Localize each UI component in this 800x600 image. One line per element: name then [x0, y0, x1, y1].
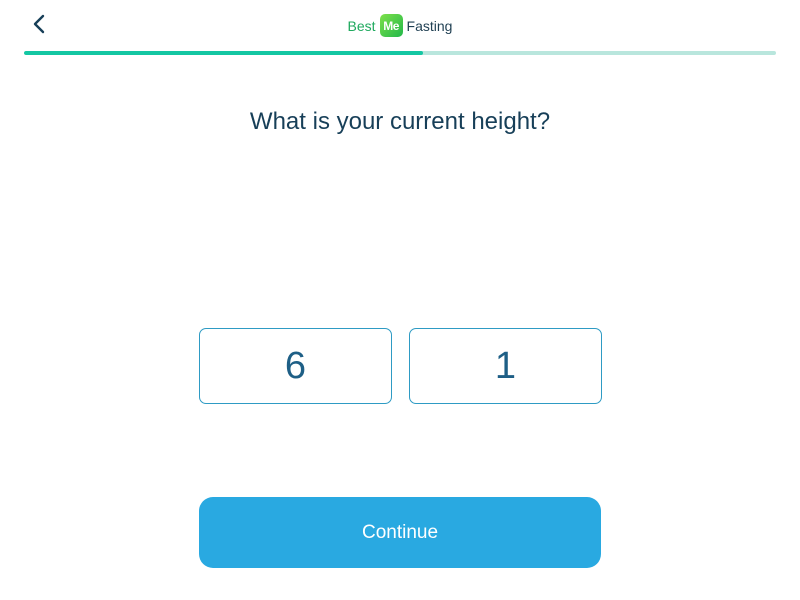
logo-text-best: Best [347, 17, 376, 34]
continue-button[interactable]: Continue [199, 497, 601, 568]
logo-text-fasting: Fasting [406, 17, 453, 34]
feet-input[interactable] [199, 328, 392, 404]
progress-bar-fill [24, 51, 423, 55]
app-logo: Best Me Fasting [0, 14, 800, 37]
logo-badge: Me [379, 14, 403, 37]
height-inputs [199, 328, 602, 404]
progress-bar [24, 51, 776, 55]
inches-input[interactable] [409, 328, 602, 404]
question-title: What is your current height? [249, 108, 551, 135]
height-question-screen: Best Me Fasting What is your current hei… [0, 0, 800, 600]
